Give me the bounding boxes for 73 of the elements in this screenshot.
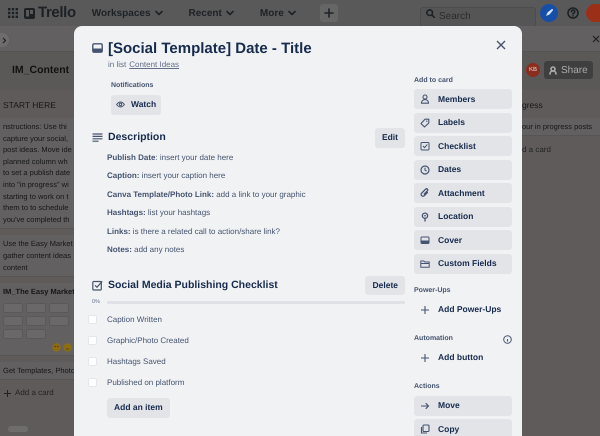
checklist-item[interactable]: Graphic/Photo Created xyxy=(107,334,189,347)
description-line: Publish Date: insert your date here xyxy=(107,152,234,164)
checklist-item[interactable]: Hashtags Saved xyxy=(107,356,166,368)
sidebar-button[interactable]: Cover xyxy=(414,230,512,250)
chevron-down-icon xyxy=(288,9,296,17)
plus-icon xyxy=(420,304,430,314)
delete-button[interactable]: Delete xyxy=(365,276,405,295)
description-line: Hashtags: list your hashtags xyxy=(107,207,212,220)
checkbox[interactable] xyxy=(88,378,97,388)
apps-grid-icon[interactable] xyxy=(8,8,18,18)
chevron-down-icon xyxy=(226,9,234,17)
add-item-button[interactable]: Add an item xyxy=(107,398,170,418)
plus-icon xyxy=(324,8,334,18)
checkbox[interactable] xyxy=(88,357,97,366)
person-icon xyxy=(420,94,430,104)
checklist-icon xyxy=(420,141,430,151)
section-title: Social Media Publishing Checklist xyxy=(108,278,278,293)
sidebar-button[interactable]: Labels xyxy=(414,112,512,132)
chevron-down-icon xyxy=(154,9,163,17)
sidebar-button[interactable]: Move xyxy=(414,396,512,416)
card-icon xyxy=(92,43,103,53)
search-icon xyxy=(426,8,435,18)
pin-icon xyxy=(420,212,430,222)
clock-icon xyxy=(420,164,430,174)
cover-icon xyxy=(420,235,430,245)
info-icon[interactable] xyxy=(503,335,512,344)
watch-button[interactable]: Watch xyxy=(111,94,162,114)
help-icon[interactable] xyxy=(567,7,579,19)
board-logo-icon xyxy=(24,8,35,18)
sidebar-button[interactable]: Add button xyxy=(414,348,512,368)
notifications-button[interactable] xyxy=(540,4,558,22)
emoji-icon xyxy=(52,342,61,352)
description-line: Caption: insert your caption here xyxy=(107,170,226,182)
close-button[interactable] xyxy=(494,38,508,52)
sidebar-button[interactable]: Members xyxy=(414,89,512,109)
rocket-icon xyxy=(544,8,554,18)
checklist-item[interactable]: Published on platform xyxy=(107,376,184,389)
sidebar-button[interactable]: Dates xyxy=(414,160,512,180)
copy-icon xyxy=(420,424,430,434)
sidebar-button[interactable]: Location xyxy=(414,206,512,226)
share-button[interactable]: Share xyxy=(544,61,593,79)
close-icon[interactable] xyxy=(592,35,600,43)
sidebar-button[interactable]: Add Power-Ups xyxy=(414,300,512,320)
add-person-icon xyxy=(549,66,558,74)
sidebar-button[interactable]: Custom Fields xyxy=(414,254,512,274)
close-icon xyxy=(496,40,506,50)
sidebar-button[interactable]: Checklist xyxy=(414,136,512,156)
sidebar-button[interactable]: Copy xyxy=(414,419,512,436)
card-title[interactable]: [Social Template] Date - Title xyxy=(108,39,312,59)
tag-icon xyxy=(420,118,430,128)
paperclip-icon xyxy=(420,188,430,198)
checkbox[interactable] xyxy=(88,336,97,346)
description-line: Links: is there a related call to action/share link? xyxy=(107,226,281,238)
eye-icon xyxy=(116,101,125,108)
list-label: in list xyxy=(108,59,126,71)
create-button[interactable] xyxy=(320,4,338,22)
expand-sidebar-button[interactable] xyxy=(0,33,9,47)
checklist-item[interactable]: Caption Written xyxy=(107,314,162,326)
plus-icon xyxy=(420,352,430,362)
emoji-icon xyxy=(63,342,72,352)
folder-icon xyxy=(420,258,430,268)
edit-button[interactable]: Edit xyxy=(374,128,405,148)
sidebar-button[interactable]: Attachment xyxy=(414,183,512,203)
checkbox[interactable] xyxy=(88,315,97,324)
description-icon xyxy=(92,133,103,142)
section-title: Description xyxy=(108,130,166,145)
description-line: Notes: add any notes xyxy=(107,244,186,256)
chevron-right-icon xyxy=(2,36,7,44)
arrow-right-icon xyxy=(420,400,430,410)
list-link[interactable]: Content Ideas xyxy=(129,59,180,71)
checklist-icon xyxy=(92,280,103,291)
description-line: Canva Template/Photo Link: add a link to your graphic xyxy=(107,188,307,201)
plus-icon xyxy=(4,390,11,397)
